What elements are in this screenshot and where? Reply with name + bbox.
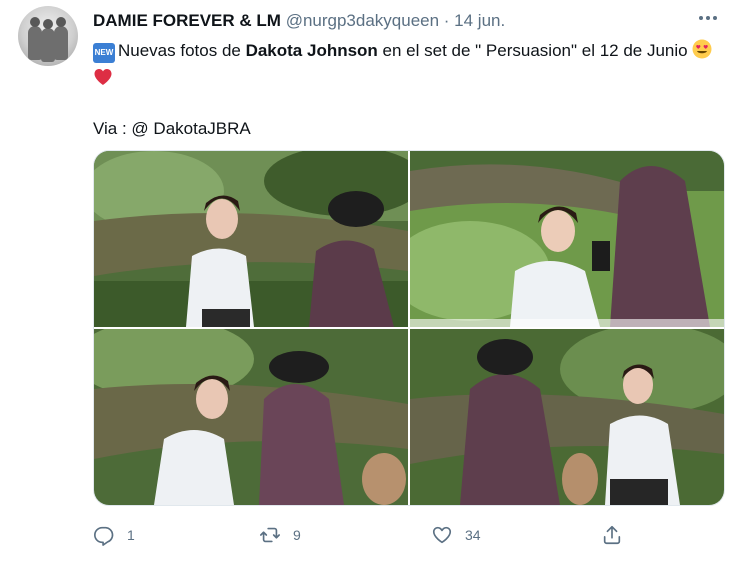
author-display-name[interactable]: DAMIE FOREVER & LM xyxy=(93,11,281,30)
tweet-date[interactable]: 14 jun. xyxy=(454,11,505,30)
reply-button[interactable]: 1 xyxy=(93,518,135,552)
reply-count: 1 xyxy=(127,527,135,543)
avatar-figure xyxy=(54,17,68,60)
heart-eyes-emoji xyxy=(692,39,712,59)
share-icon xyxy=(603,525,621,545)
tweet-text-before: Nuevas fotos de xyxy=(118,41,246,60)
header-separator: · xyxy=(439,11,455,30)
author-avatar[interactable] xyxy=(18,6,78,66)
photo-1[interactable] xyxy=(94,151,408,327)
tweet-text-main: NEW Nuevas fotos de Dakota Johnson en el … xyxy=(93,37,723,93)
photo-grid xyxy=(93,150,725,506)
avatar-figure xyxy=(28,17,42,60)
author-handle[interactable]: @nurgp3dakyqueen xyxy=(286,11,439,30)
heart-icon xyxy=(432,526,452,544)
more-options-icon[interactable] xyxy=(694,6,722,30)
tweet-text: NEW Nuevas fotos de Dakota Johnson en el … xyxy=(93,37,723,143)
avatar-figure xyxy=(41,19,55,62)
reply-icon xyxy=(94,526,114,546)
like-button[interactable]: 34 xyxy=(431,518,481,552)
tweet-actions: 1 9 34 xyxy=(93,518,633,552)
tweet-text-bold: Dakota Johnson xyxy=(245,41,378,60)
tweet-via-line: Via : @ DakotaJBRA xyxy=(93,119,251,138)
tweet-header: DAMIE FOREVER & LM @nurgp3dakyqueen · 14… xyxy=(93,10,505,32)
photo-2[interactable] xyxy=(410,151,724,327)
retweet-count: 9 xyxy=(293,527,301,543)
red-heart-emoji xyxy=(94,69,112,85)
share-button[interactable] xyxy=(601,518,623,552)
retweet-button[interactable]: 9 xyxy=(259,518,301,552)
tweet-text-after: en el set de " Persuasion" el 12 de Juni… xyxy=(377,41,693,60)
like-count: 34 xyxy=(465,527,481,543)
retweet-icon xyxy=(260,527,280,543)
photo-4[interactable] xyxy=(410,329,724,505)
photo-3[interactable] xyxy=(94,329,408,505)
new-badge-emoji: NEW xyxy=(93,43,115,63)
